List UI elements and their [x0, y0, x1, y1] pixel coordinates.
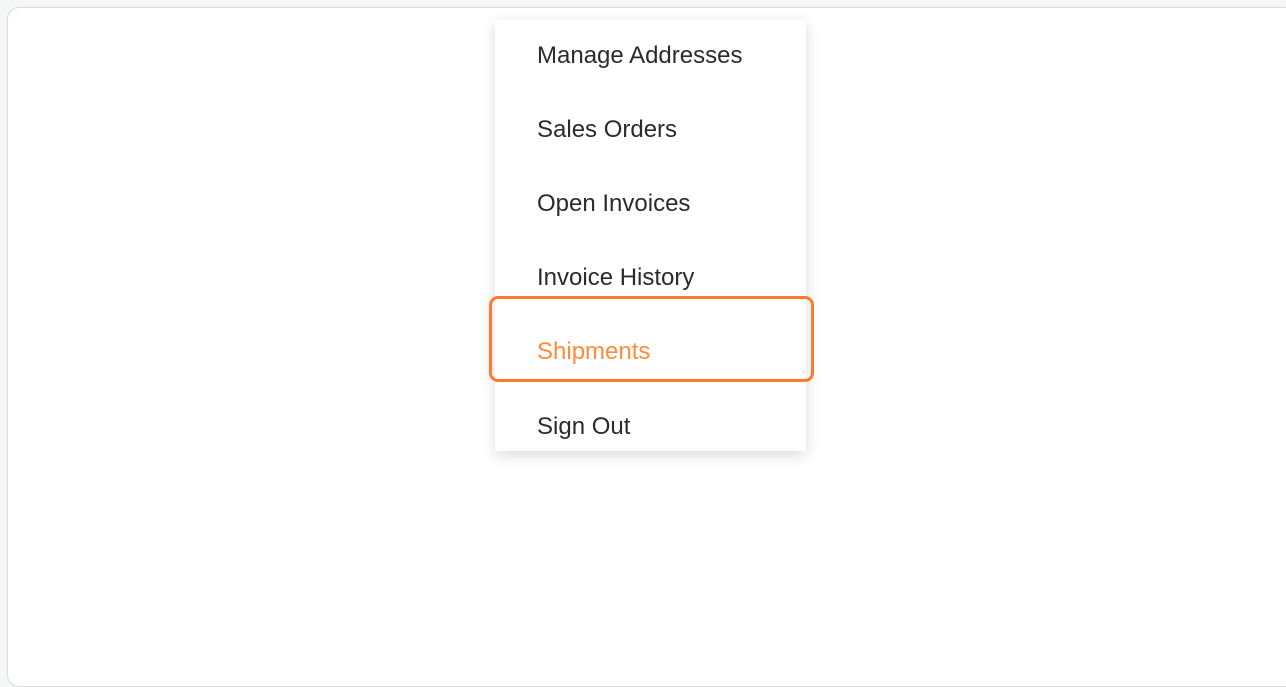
account-dropdown-menu: Manage Addresses Sales Orders Open Invoi… [495, 20, 806, 451]
menu-item-open-invoices[interactable]: Open Invoices [495, 167, 806, 241]
screenshot-frame: Manage Addresses Sales Orders Open Invoi… [7, 7, 1286, 687]
menu-item-shipments[interactable]: Shipments [495, 315, 806, 389]
menu-item-invoice-history[interactable]: Invoice History [495, 241, 806, 315]
menu-item-manage-addresses[interactable]: Manage Addresses [495, 19, 806, 93]
menu-item-sales-orders[interactable]: Sales Orders [495, 93, 806, 167]
menu-item-sign-out[interactable]: Sign Out [495, 390, 806, 464]
